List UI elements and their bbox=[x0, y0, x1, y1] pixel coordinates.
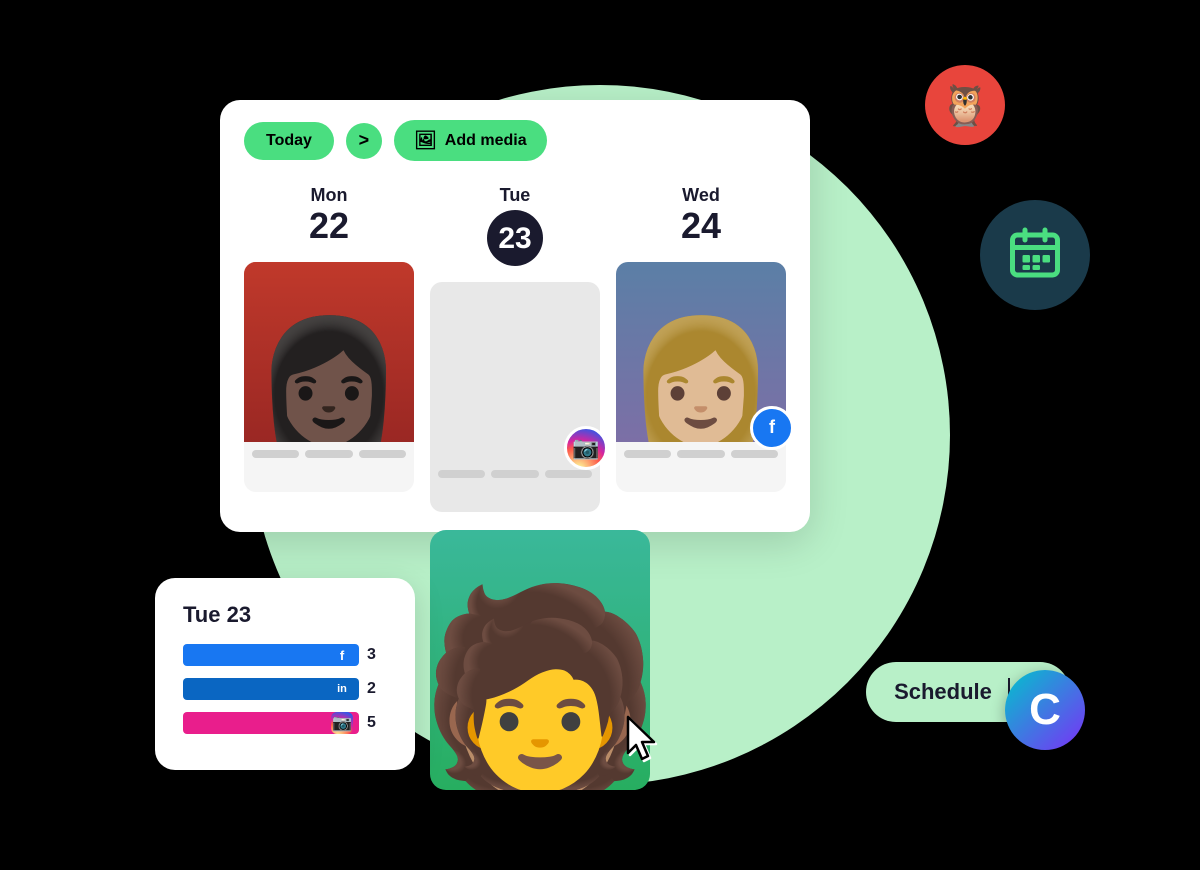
bar-3 bbox=[359, 450, 406, 458]
big-person-card: 🧑🏽 bbox=[430, 530, 650, 790]
cal-day-mon-num: 22 bbox=[244, 206, 414, 246]
facebook-icon-sm: f bbox=[331, 644, 353, 666]
calendar-icon bbox=[1005, 225, 1065, 285]
calendar-toolbar: Today > 🖼 Add media bbox=[220, 100, 810, 177]
bar-2 bbox=[305, 450, 352, 458]
today-button[interactable]: Today bbox=[244, 122, 334, 160]
facebook-badge: f bbox=[750, 406, 794, 450]
hootsuite-badge: 🦉 bbox=[925, 65, 1005, 145]
stat-row-linkedin: in 2 bbox=[183, 678, 387, 700]
calendar-card: Today > 🖼 Add media Mon 22 👩🏿 bbox=[220, 100, 810, 532]
bar-9 bbox=[731, 450, 778, 458]
bar-1 bbox=[252, 450, 299, 458]
linkedin-bar: in bbox=[183, 678, 359, 700]
cal-day-wed-num: 24 bbox=[616, 206, 786, 246]
bar-6 bbox=[545, 470, 592, 478]
media-icon: 🖼 bbox=[414, 130, 437, 151]
cal-card-mon-image: 👩🏿 bbox=[244, 262, 414, 442]
cal-card-tue[interactable]: 📷 bbox=[430, 282, 600, 512]
hootsuite-icon: 🦉 bbox=[940, 82, 990, 129]
bar-7 bbox=[624, 450, 671, 458]
cal-day-wed-header: Wed 24 bbox=[616, 177, 786, 262]
schedule-label: Schedule bbox=[894, 679, 992, 705]
instagram-icon-sm: 📷 bbox=[331, 712, 353, 734]
cal-col-wed: Wed 24 👩🏼 f bbox=[608, 177, 794, 512]
instagram-badge: 📷 bbox=[564, 426, 608, 470]
facebook-bar: f bbox=[183, 644, 359, 666]
canva-icon: C bbox=[1029, 685, 1061, 735]
next-button[interactable]: > bbox=[346, 123, 382, 159]
pointer-cursor-svg bbox=[620, 713, 670, 768]
bar-4 bbox=[438, 470, 485, 478]
person-1-emoji: 👩🏿 bbox=[254, 312, 403, 442]
big-person-emoji: 🧑🏽 bbox=[430, 575, 650, 790]
cursor-icon bbox=[620, 713, 670, 780]
stat-row-facebook: f 3 bbox=[183, 644, 387, 666]
cal-card-wed[interactable]: 👩🏼 f bbox=[616, 262, 786, 492]
cal-day-wed-name: Wed bbox=[616, 185, 786, 206]
cal-day-tue-name: Tue bbox=[430, 185, 600, 206]
linkedin-count: 2 bbox=[367, 680, 387, 698]
cal-day-tue-header: Tue 23 bbox=[430, 177, 600, 282]
stat-row-instagram: 📷 5 bbox=[183, 712, 387, 734]
stats-card: Tue 23 f 3 in 2 📷 5 bbox=[155, 578, 415, 770]
calendar-badge bbox=[980, 200, 1090, 310]
stats-title: Tue 23 bbox=[183, 602, 387, 628]
linkedin-icon-sm: in bbox=[331, 678, 353, 700]
add-media-button[interactable]: 🖼 Add media bbox=[394, 120, 547, 161]
calendar-grid: Mon 22 👩🏿 Tu bbox=[220, 177, 810, 512]
cal-col-mon: Mon 22 👩🏿 bbox=[236, 177, 422, 512]
facebook-icon: f bbox=[769, 417, 775, 438]
facebook-count: 3 bbox=[367, 646, 387, 664]
cal-day-tue-num: 23 bbox=[487, 210, 543, 266]
canva-badge: C bbox=[1005, 670, 1085, 750]
cal-card-mon[interactable]: 👩🏿 bbox=[244, 262, 414, 492]
bar-8 bbox=[677, 450, 724, 458]
cal-day-mon-header: Mon 22 bbox=[244, 177, 414, 262]
cal-day-mon-name: Mon bbox=[244, 185, 414, 206]
cal-card-mon-bars bbox=[244, 442, 414, 466]
instagram-icon: 📷 bbox=[572, 435, 599, 461]
cal-col-tue: Tue 23 📷 bbox=[422, 177, 608, 512]
instagram-count: 5 bbox=[367, 714, 387, 732]
bar-5 bbox=[491, 470, 538, 478]
scene: 🦉 Today > 🖼 Add media bbox=[0, 0, 1200, 870]
instagram-bar: 📷 bbox=[183, 712, 359, 734]
